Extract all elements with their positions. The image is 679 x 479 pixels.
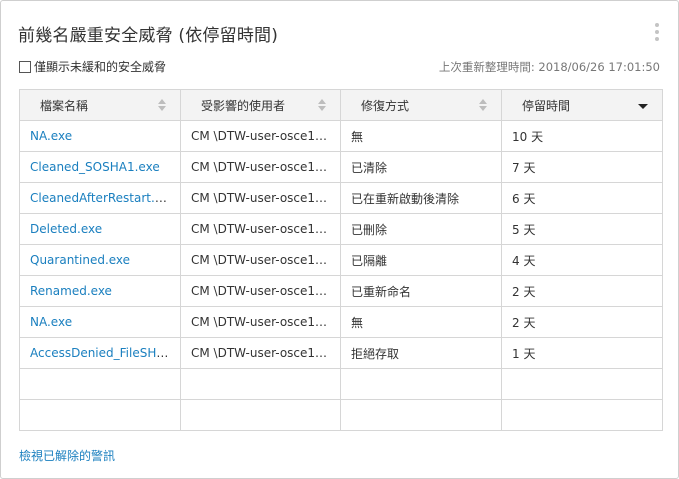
file-name-link[interactable]: CleanedAfterRestart.exe	[30, 191, 176, 205]
table-row: NA.exe CM \DTW-user-osce1bot1 無 10 天	[19, 120, 663, 152]
file-name-link[interactable]: Deleted.exe	[30, 222, 102, 236]
column-header-label: 檔案名稱	[40, 98, 89, 113]
dwell-time-cell: 1 天	[501, 337, 663, 369]
column-header-file-name[interactable]: 檔案名稱	[19, 89, 181, 121]
file-name-cell: Deleted.exe	[19, 213, 181, 245]
remediation-cell: 無	[340, 120, 502, 152]
remediation-cell: 已隔離	[340, 244, 502, 276]
empty-cell	[19, 399, 181, 431]
dwell-time-cell: 5 天	[501, 213, 663, 245]
remediation-cell: 拒絕存取	[340, 337, 502, 369]
dwell-time-cell: 4 天	[501, 244, 663, 276]
table-row: NA.exe CM \DTW-user-osce1bot1 無 2 天	[19, 306, 663, 338]
column-header-label: 受影響的使用者	[201, 98, 286, 113]
remediation-cell: 已清除	[340, 151, 502, 183]
table-row: CleanedAfterRestart.exe CM \DTW-user-osc…	[19, 182, 663, 214]
checkbox-box[interactable]	[19, 60, 31, 73]
file-name-link[interactable]: NA.exe	[30, 315, 72, 329]
file-name-cell: Cleaned_SOSHA1.exe	[19, 151, 181, 183]
affected-user-cell: CM \DTW-user-osce1bot1	[180, 306, 341, 338]
affected-user-cell: CM \DTW-user-osce1bot1	[180, 213, 341, 245]
table-row: Deleted.exe CM \DTW-user-osce1bot1 已刪除 5…	[19, 213, 663, 245]
affected-user-cell: CM \DTW-user-osce1bot1	[180, 182, 341, 214]
sort-icon[interactable]	[318, 99, 326, 111]
affected-user-cell: CM \DTW-user-osce1bot1	[180, 337, 341, 369]
file-name-cell: CleanedAfterRestart.exe	[19, 182, 181, 214]
empty-table-row	[19, 399, 663, 431]
last-updated-text: 上次重新整理時間: 2018/06/26 17:01:50	[438, 60, 660, 74]
column-header-label: 修復方式	[361, 98, 410, 113]
file-name-cell: Renamed.exe	[19, 275, 181, 307]
table-row: Cleaned_SOSHA1.exe CM \DTW-user-osce1bot…	[19, 151, 663, 183]
file-name-cell: AccessDenied_FileSHA…	[19, 337, 181, 369]
empty-cell	[501, 368, 663, 400]
empty-cell	[19, 368, 181, 400]
file-name-link[interactable]: Quarantined.exe	[30, 253, 130, 267]
empty-table-row	[19, 368, 663, 400]
affected-user-cell: CM \DTW-user-osce1bot1	[180, 275, 341, 307]
dwell-time-cell: 10 天	[501, 120, 663, 152]
column-header-remediation[interactable]: 修復方式	[340, 89, 502, 121]
filter-label: 僅顯示未緩和的安全威脅	[34, 60, 167, 74]
column-header-dwell-time[interactable]: 停留時間	[501, 89, 663, 121]
affected-user-cell: CM \DTW-user-osce1bot1	[180, 151, 341, 183]
file-name-link[interactable]: AccessDenied_FileSHA…	[30, 346, 177, 360]
empty-cell	[501, 399, 663, 431]
file-name-cell: NA.exe	[19, 120, 181, 152]
dwell-time-cell: 2 天	[501, 275, 663, 307]
affected-user-cell: CM \DTW-user-osce1bot1	[180, 120, 341, 152]
view-dismissed-alerts-link[interactable]: 檢視已解除的警訊	[19, 447, 115, 464]
sort-desc-icon[interactable]	[638, 104, 648, 109]
affected-user-cell: CM \DTW-user-osce1bot1	[180, 244, 341, 276]
threat-table: 檔案名稱 受影響的使用者 修復方式 停留時間 NA.exe CM \DTW-us…	[19, 89, 663, 431]
file-name-link[interactable]: NA.exe	[30, 129, 72, 143]
table-header-row: 檔案名稱 受影響的使用者 修復方式 停留時間	[19, 89, 663, 121]
remediation-cell: 已刪除	[340, 213, 502, 245]
table-row: Quarantined.exe CM \DTW-user-osce1bot1 已…	[19, 244, 663, 276]
widget-title: 前幾名嚴重安全威脅 (依停留時間)	[18, 26, 279, 46]
file-name-cell: Quarantined.exe	[19, 244, 181, 276]
remediation-cell: 已重新命名	[340, 275, 502, 307]
dwell-time-cell: 6 天	[501, 182, 663, 214]
table-row: AccessDenied_FileSHA… CM \DTW-user-osce1…	[19, 337, 663, 369]
table-row: Renamed.exe CM \DTW-user-osce1bot1 已重新命名…	[19, 275, 663, 307]
more-vertical-icon[interactable]	[652, 23, 662, 41]
sort-icon[interactable]	[158, 99, 166, 111]
empty-cell	[340, 368, 502, 400]
empty-cell	[180, 368, 341, 400]
sort-icon[interactable]	[479, 99, 487, 111]
dwell-time-cell: 7 天	[501, 151, 663, 183]
dwell-time-cell: 2 天	[501, 306, 663, 338]
file-name-cell: NA.exe	[19, 306, 181, 338]
remediation-cell: 已在重新啟動後清除	[340, 182, 502, 214]
threat-widget: 前幾名嚴重安全威脅 (依停留時間) 僅顯示未緩和的安全威脅 上次重新整理時間: …	[0, 0, 679, 479]
empty-cell	[180, 399, 341, 431]
remediation-cell: 無	[340, 306, 502, 338]
empty-cell	[340, 399, 502, 431]
column-header-affected-user[interactable]: 受影響的使用者	[180, 89, 341, 121]
unmitigated-filter-checkbox[interactable]: 僅顯示未緩和的安全威脅	[19, 58, 166, 75]
file-name-link[interactable]: Renamed.exe	[30, 284, 112, 298]
file-name-link[interactable]: Cleaned_SOSHA1.exe	[30, 160, 160, 174]
column-header-label: 停留時間	[522, 98, 571, 113]
